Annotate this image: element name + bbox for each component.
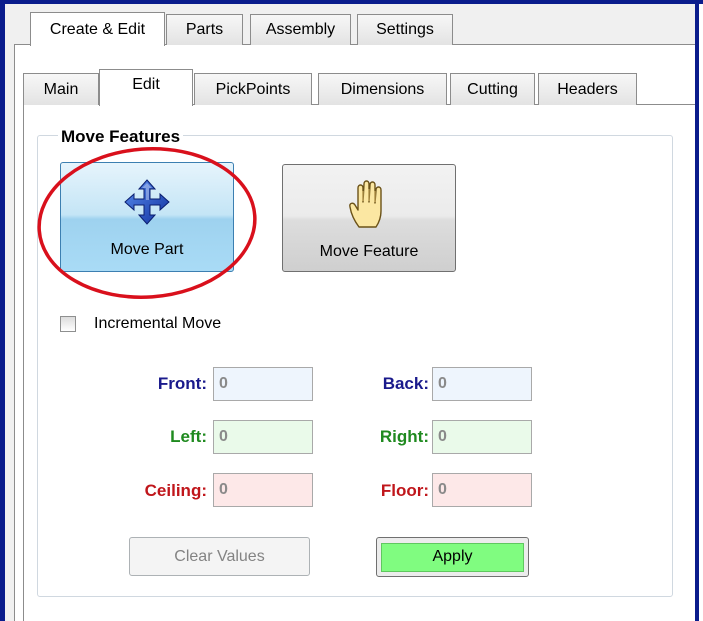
ceiling-input[interactable] <box>213 473 313 507</box>
clear-values-label: Clear Values <box>174 547 265 565</box>
back-label: Back: <box>382 374 429 393</box>
move-part-button[interactable]: Move Part <box>60 162 234 272</box>
window-frame-top <box>0 0 703 4</box>
tab-label: Cutting <box>467 80 518 98</box>
apply-button[interactable]: Apply <box>376 537 529 577</box>
tab-label: Settings <box>376 21 434 38</box>
incremental-move-label: Incremental Move <box>94 315 222 332</box>
tab-edit[interactable]: Edit <box>99 69 193 106</box>
window-frame-left <box>0 0 5 621</box>
tab-main[interactable]: Main <box>23 73 99 105</box>
right-input[interactable] <box>432 420 532 454</box>
back-input[interactable] <box>432 367 532 401</box>
hand-icon <box>347 177 391 231</box>
move-arrows-icon <box>123 175 171 229</box>
tab-label: Parts <box>185 21 224 38</box>
tab-label: Assembly <box>265 21 336 38</box>
group-title: Move Features <box>58 128 184 146</box>
tab-cutting[interactable]: Cutting <box>450 73 535 105</box>
tab-parts[interactable]: Parts <box>166 14 243 45</box>
tab-label: Dimensions <box>340 80 425 98</box>
window-frame-right <box>695 0 699 621</box>
move-feature-label: Move Feature <box>319 243 419 260</box>
tab-label: Create & Edit <box>49 20 146 38</box>
clear-values-button[interactable]: Clear Values <box>129 537 310 576</box>
tab-settings[interactable]: Settings <box>357 14 453 45</box>
tab-label: Headers <box>557 80 618 98</box>
apply-label: Apply <box>432 548 473 565</box>
front-label: Front: <box>157 374 207 393</box>
floor-label: Floor: <box>380 481 429 500</box>
tab-pickpoints[interactable]: PickPoints <box>194 73 312 105</box>
tab-dimensions[interactable]: Dimensions <box>318 73 447 105</box>
ceiling-label: Ceiling: <box>144 481 207 500</box>
tab-create-edit[interactable]: Create & Edit <box>30 12 165 46</box>
move-feature-button[interactable]: Move Feature <box>282 164 456 272</box>
apply-fill: Apply <box>381 542 524 572</box>
left-label: Left: <box>170 427 207 446</box>
tab-label: Edit <box>132 76 160 93</box>
left-input[interactable] <box>213 420 313 454</box>
front-input[interactable] <box>213 367 313 401</box>
tab-label: PickPoints <box>215 80 291 98</box>
tab-assembly[interactable]: Assembly <box>250 14 351 45</box>
tab-headers[interactable]: Headers <box>538 73 637 105</box>
move-part-label: Move Part <box>110 241 184 258</box>
incremental-move-checkbox[interactable] <box>60 316 76 332</box>
floor-input[interactable] <box>432 473 532 507</box>
tab-label: Main <box>43 80 79 98</box>
right-label: Right: <box>379 427 429 446</box>
